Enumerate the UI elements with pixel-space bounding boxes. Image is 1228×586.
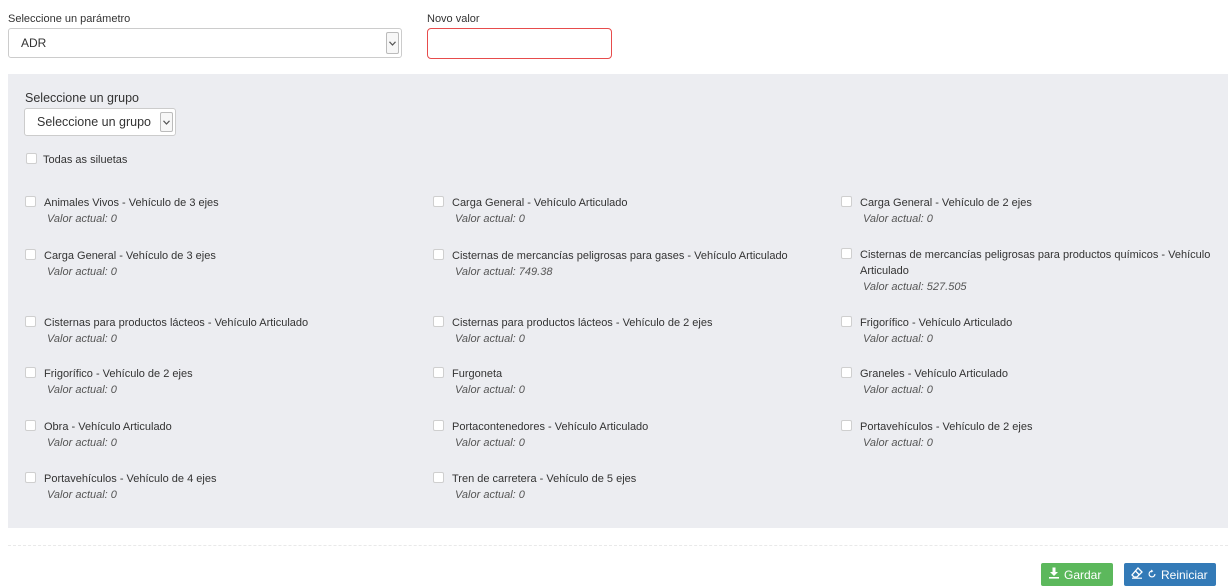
silhouette-name: Cisternas de mercancías peligrosas para …: [452, 250, 788, 262]
silhouette-name: Obra - Vehículo Articulado: [44, 421, 172, 433]
silhouette-name: Carga General - Vehículo de 3 ejes: [44, 250, 216, 262]
silhouette-current-value: Valor actual: 0: [47, 333, 117, 345]
save-button-label: Gardar: [1064, 567, 1102, 582]
silhouette-checkbox[interactable]: [433, 196, 444, 207]
eraser-icon: [1131, 567, 1143, 582]
silhouette-checkbox[interactable]: [841, 420, 852, 431]
silhouette-name: Frigorífico - Vehículo Articulado: [860, 317, 1013, 329]
silhouette-checkbox[interactable]: [433, 472, 444, 483]
silhouette-checkbox[interactable]: [841, 248, 852, 259]
silhouette-checkbox[interactable]: [25, 196, 36, 207]
parameter-select[interactable]: ADR: [8, 28, 402, 58]
silhouette-current-value: Valor actual: 0: [47, 384, 117, 396]
silhouette-current-value: Valor actual: 527.505: [863, 281, 967, 293]
new-value-label: Novo valor: [427, 13, 480, 25]
silhouette-name: Cisternas para productos lácteos - Vehíc…: [452, 317, 713, 329]
silhouette-checkbox[interactable]: [841, 196, 852, 207]
chevron-down-icon: [160, 112, 173, 132]
silhouette-name: Cisternas para productos lácteos - Vehíc…: [44, 317, 309, 329]
silhouette-current-value: Valor actual: 0: [863, 333, 933, 345]
reset-button-label: Reiniciar: [1161, 567, 1208, 582]
silhouette-name: Carga General - Vehículo de 2 ejes: [860, 197, 1032, 209]
new-value-input[interactable]: [427, 28, 612, 59]
parameter-select-value: ADR: [21, 36, 47, 50]
silhouette-name: Furgoneta: [452, 368, 503, 380]
silhouette-checkbox[interactable]: [25, 367, 36, 378]
silhouette-current-value: Valor actual: 0: [47, 489, 117, 501]
silhouette-current-value: Valor actual: 0: [455, 437, 525, 449]
silhouette-current-value: Valor actual: 0: [455, 489, 525, 501]
refresh-icon: [1147, 568, 1157, 582]
silhouette-checkbox[interactable]: [841, 367, 852, 378]
silhouette-name: Tren de carretera - Vehículo de 5 ejes: [452, 473, 637, 485]
group-label: Seleccione un grupo: [25, 91, 139, 105]
silhouette-current-value: Valor actual: 0: [863, 384, 933, 396]
silhouette-checkbox[interactable]: [433, 316, 444, 327]
silhouette-checkbox[interactable]: [25, 316, 36, 327]
silhouette-checkbox[interactable]: [25, 472, 36, 483]
silhouette-current-value: Valor actual: 0: [863, 213, 933, 225]
silhouette-current-value: Valor actual: 0: [863, 437, 933, 449]
save-button[interactable]: Gardar: [1041, 563, 1113, 586]
chevron-down-icon: [386, 32, 399, 54]
group-select[interactable]: Seleccione un grupo: [24, 108, 176, 136]
silhouette-name: Graneles - Vehículo Articulado: [860, 368, 1008, 380]
silhouette-name: Frigorífico - Vehículo de 2 ejes: [44, 368, 193, 380]
silhouette-current-value: Valor actual: 0: [455, 333, 525, 345]
silhouette-name: Carga General - Vehículo Articulado: [452, 197, 628, 209]
all-silhouettes-checkbox[interactable]: [26, 153, 37, 164]
silhouette-checkbox[interactable]: [841, 316, 852, 327]
silhouette-checkbox[interactable]: [25, 249, 36, 260]
silhouette-checkbox[interactable]: [433, 420, 444, 431]
download-icon: [1048, 567, 1060, 582]
silhouette-name: Portacontenedores - Vehículo Articulado: [452, 421, 649, 433]
footer-divider: [8, 545, 1228, 546]
silhouette-current-value: Valor actual: 0: [455, 213, 525, 225]
silhouette-name: Animales Vivos - Vehículo de 3 ejes: [44, 197, 219, 209]
silhouette-current-value: Valor actual: 749.38: [455, 266, 553, 278]
silhouette-name: Portavehículos - Vehículo de 4 ejes: [44, 473, 217, 485]
silhouette-current-value: Valor actual: 0: [455, 384, 525, 396]
silhouette-checkbox[interactable]: [25, 420, 36, 431]
silhouette-checkbox[interactable]: [433, 249, 444, 260]
all-silhouettes-label: Todas as siluetas: [43, 154, 128, 166]
silhouette-panel: Seleccione un grupo Seleccione un grupo …: [8, 74, 1228, 528]
parameter-label: Seleccione un parámetro: [8, 13, 131, 25]
silhouette-checkbox[interactable]: [433, 367, 444, 378]
silhouette-current-value: Valor actual: 0: [47, 213, 117, 225]
silhouette-name: Cisternas de mercancías peligrosas para …: [860, 249, 1211, 277]
group-select-value: Seleccione un grupo: [37, 115, 151, 129]
silhouette-current-value: Valor actual: 0: [47, 437, 117, 449]
silhouette-current-value: Valor actual: 0: [47, 266, 117, 278]
silhouette-name: Portavehículos - Vehículo de 2 ejes: [860, 421, 1033, 433]
reset-button[interactable]: Reiniciar: [1124, 563, 1216, 586]
